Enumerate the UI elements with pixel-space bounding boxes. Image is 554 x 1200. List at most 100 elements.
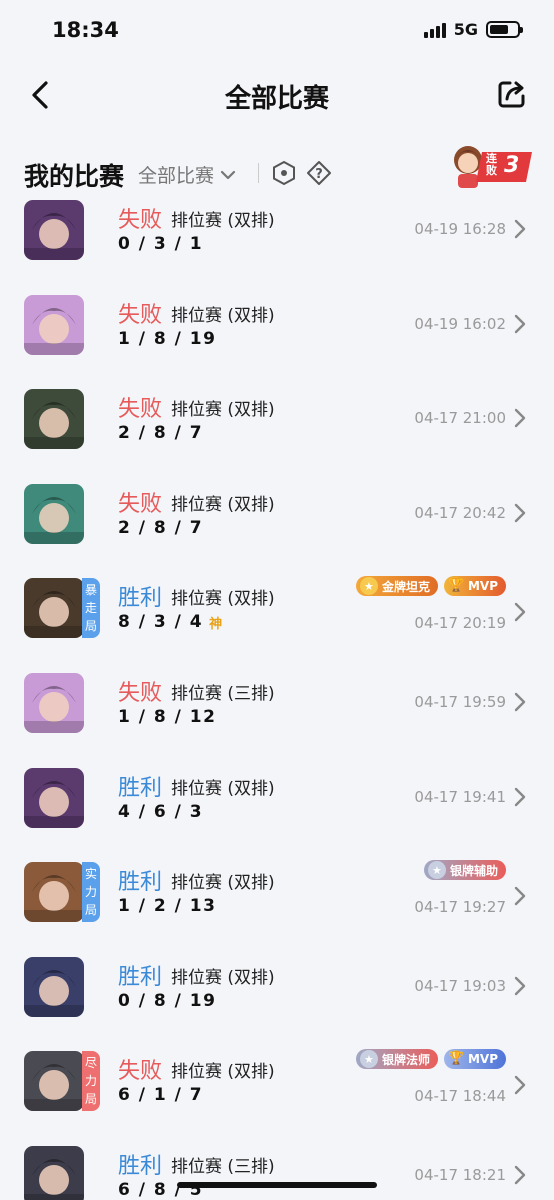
section-title: 我的比赛 — [24, 162, 125, 191]
match-mode: 排位赛 (双排) — [171, 589, 275, 610]
badge-label: MVP — [467, 579, 498, 594]
share-icon[interactable] — [496, 78, 528, 110]
match-mode: 排位赛 (双排) — [171, 1062, 275, 1083]
match-result: 失败 — [118, 680, 163, 706]
honor-badge: 🏆 MVP — [443, 1049, 506, 1070]
home-indicator — [177, 1182, 377, 1188]
kda-value: 6 / 1 / 7 — [118, 1085, 204, 1106]
help-icon[interactable]: ? — [306, 160, 332, 186]
match-result: 失败 — [118, 302, 163, 328]
kda-stats: 2 / 8 / 7 — [118, 423, 203, 443]
match-time: 04-17 20:42 — [414, 503, 506, 522]
kda-value: 0 / 3 / 1 — [118, 234, 204, 254]
match-filter-dropdown[interactable]: 全部比赛 — [138, 161, 236, 188]
match-row[interactable]: 失败 排位赛 (双排) 2 / 8 / 7 04-17 20:42 — [0, 482, 554, 577]
hero-avatar — [24, 483, 84, 544]
chevron-right-icon — [514, 408, 526, 428]
match-row[interactable]: 失败 排位赛 (三排) 1 / 8 / 12 04-17 19:59 — [0, 671, 554, 766]
match-result: 胜利 — [118, 586, 163, 612]
chevron-right-icon — [514, 1165, 526, 1185]
match-time: 04-17 19:27 — [414, 898, 506, 917]
streak-count: 3 — [504, 153, 520, 178]
match-mode: 排位赛 (双排) — [171, 494, 275, 515]
match-mode: 排位赛 (双排) — [171, 873, 275, 894]
badge-label: 银牌法师 — [381, 1052, 430, 1067]
chevron-right-icon — [514, 219, 526, 239]
match-list: 失败 排位赛 (双排) 0 / 3 / 1 04-19 16:28 失败 排位赛 (双排… — [0, 198, 554, 1200]
trophy-icon: 🏆 — [447, 578, 465, 594]
divider — [258, 163, 259, 183]
status-indicators: 5G — [423, 20, 523, 39]
match-row[interactable]: 尽力局 失败 排位赛 (双排) 6 / 1 / 7 ★ 银牌法师 🏆 MVP 04-17 18:… — [0, 1049, 554, 1144]
streak-label: 连败 — [486, 152, 497, 177]
match-result: 胜利 — [118, 1153, 163, 1179]
chevron-right-icon — [514, 1076, 526, 1095]
medal-icon: ★ — [359, 577, 378, 596]
hero-avatar — [24, 767, 84, 828]
match-row[interactable]: 失败 排位赛 (双排) 0 / 3 / 1 04-19 16:28 — [0, 198, 554, 293]
kda-stats: 0 / 3 / 1 — [118, 234, 203, 254]
chevron-right-icon — [514, 976, 526, 995]
match-mode: 排位赛 (双排) — [171, 778, 275, 799]
hero-avatar — [24, 1051, 84, 1112]
hero-avatar — [24, 294, 84, 355]
match-row[interactable]: 失败 排位赛 (双排) 2 / 8 / 7 04-17 21:00 — [0, 387, 554, 482]
match-mode: 排位赛 (双排) — [171, 305, 275, 326]
match-mode: 排位赛 (三排) — [171, 683, 275, 704]
match-row[interactable]: 胜利 排位赛 (双排) 0 / 8 / 19 04-17 19:03 — [0, 955, 554, 1050]
match-result: 失败 — [118, 397, 163, 423]
match-mode: 排位赛 (三排) — [171, 1156, 275, 1177]
honor-badge: ★ 金牌坦克 — [355, 576, 438, 597]
hero-avatar — [24, 389, 84, 450]
hero-avatar — [24, 1145, 84, 1200]
honor-badge: 🏆 MVP — [443, 576, 506, 597]
hero-avatar — [24, 672, 84, 733]
honor-badges: ★ 金牌坦克 🏆 MVP — [355, 576, 506, 597]
match-result: 失败 — [118, 208, 163, 233]
section-header: 我的比赛 全部比赛 ? 连败 3 — [0, 146, 554, 200]
medal-icon: ★ — [427, 861, 446, 880]
status-time: 18:34 — [52, 18, 119, 42]
chevron-right-icon — [514, 603, 526, 622]
god-tier-mark: 神 — [209, 616, 224, 632]
match-row[interactable]: 胜利 排位赛 (双排) 4 / 6 / 3 04-17 19:41 — [0, 766, 554, 861]
hero-avatar — [24, 862, 84, 923]
kda-stats: 6 / 1 / 7 — [118, 1085, 203, 1105]
kda-stats: 2 / 8 / 7 — [118, 518, 203, 538]
battery-icon — [486, 21, 523, 38]
hero-avatar — [24, 200, 84, 260]
match-result: 失败 — [118, 491, 163, 517]
badge-label: MVP — [467, 1052, 498, 1067]
kda-value: 1 / 8 / 19 — [118, 328, 217, 349]
match-row[interactable]: 失败 排位赛 (双排) 1 / 8 / 19 04-19 16:02 — [0, 293, 554, 388]
kda-stats: 4 / 6 / 3 — [118, 802, 203, 822]
nav-bar: 全部比赛 — [0, 62, 554, 128]
match-row[interactable]: 实力局 胜利 排位赛 (双排) 1 / 2 / 13 ★ 银牌辅助 04-17 19:27 — [0, 860, 554, 955]
hero-avatar — [24, 578, 84, 639]
match-time: 04-17 21:00 — [414, 409, 506, 428]
match-time: 04-17 18:44 — [414, 1087, 506, 1106]
badge-label: 金牌坦克 — [381, 579, 430, 594]
match-time: 04-17 19:59 — [414, 692, 506, 711]
medal-icon: ★ — [359, 1050, 378, 1069]
kda-stats: 8 / 3 / 4 神 — [118, 612, 224, 632]
losing-streak-badge: 连败 3 — [446, 138, 534, 194]
honor-badge: ★ 银牌辅助 — [423, 860, 506, 881]
kda-stats: 0 / 8 / 19 — [118, 991, 216, 1011]
match-time: 04-17 20:19 — [414, 614, 506, 633]
hexagon-settings-icon[interactable] — [272, 160, 296, 186]
signal-icon — [423, 22, 446, 38]
chevron-right-icon — [514, 503, 526, 522]
status-bar: 18:34 5G — [0, 0, 554, 62]
match-mode: 排位赛 (双排) — [171, 211, 275, 231]
match-row[interactable]: 胜利 排位赛 (三排) 6 / 8 / 5 04-17 18:21 — [0, 1144, 554, 1200]
match-result: 胜利 — [118, 964, 163, 990]
page-title: 全部比赛 — [224, 84, 329, 114]
match-row[interactable]: 暴走局 胜利 排位赛 (双排) 8 / 3 / 4 神 ★ 金牌坦克 🏆 MVP 04-17 20… — [0, 576, 554, 671]
honor-badges: ★ 银牌辅助 — [423, 860, 506, 881]
kda-value: 8 / 3 / 4 — [118, 612, 204, 633]
match-time: 04-17 19:03 — [414, 976, 506, 995]
svg-text:?: ? — [315, 167, 323, 182]
match-type-tag: 暴走局 — [82, 578, 100, 639]
match-mode: 排位赛 (双排) — [171, 967, 275, 988]
